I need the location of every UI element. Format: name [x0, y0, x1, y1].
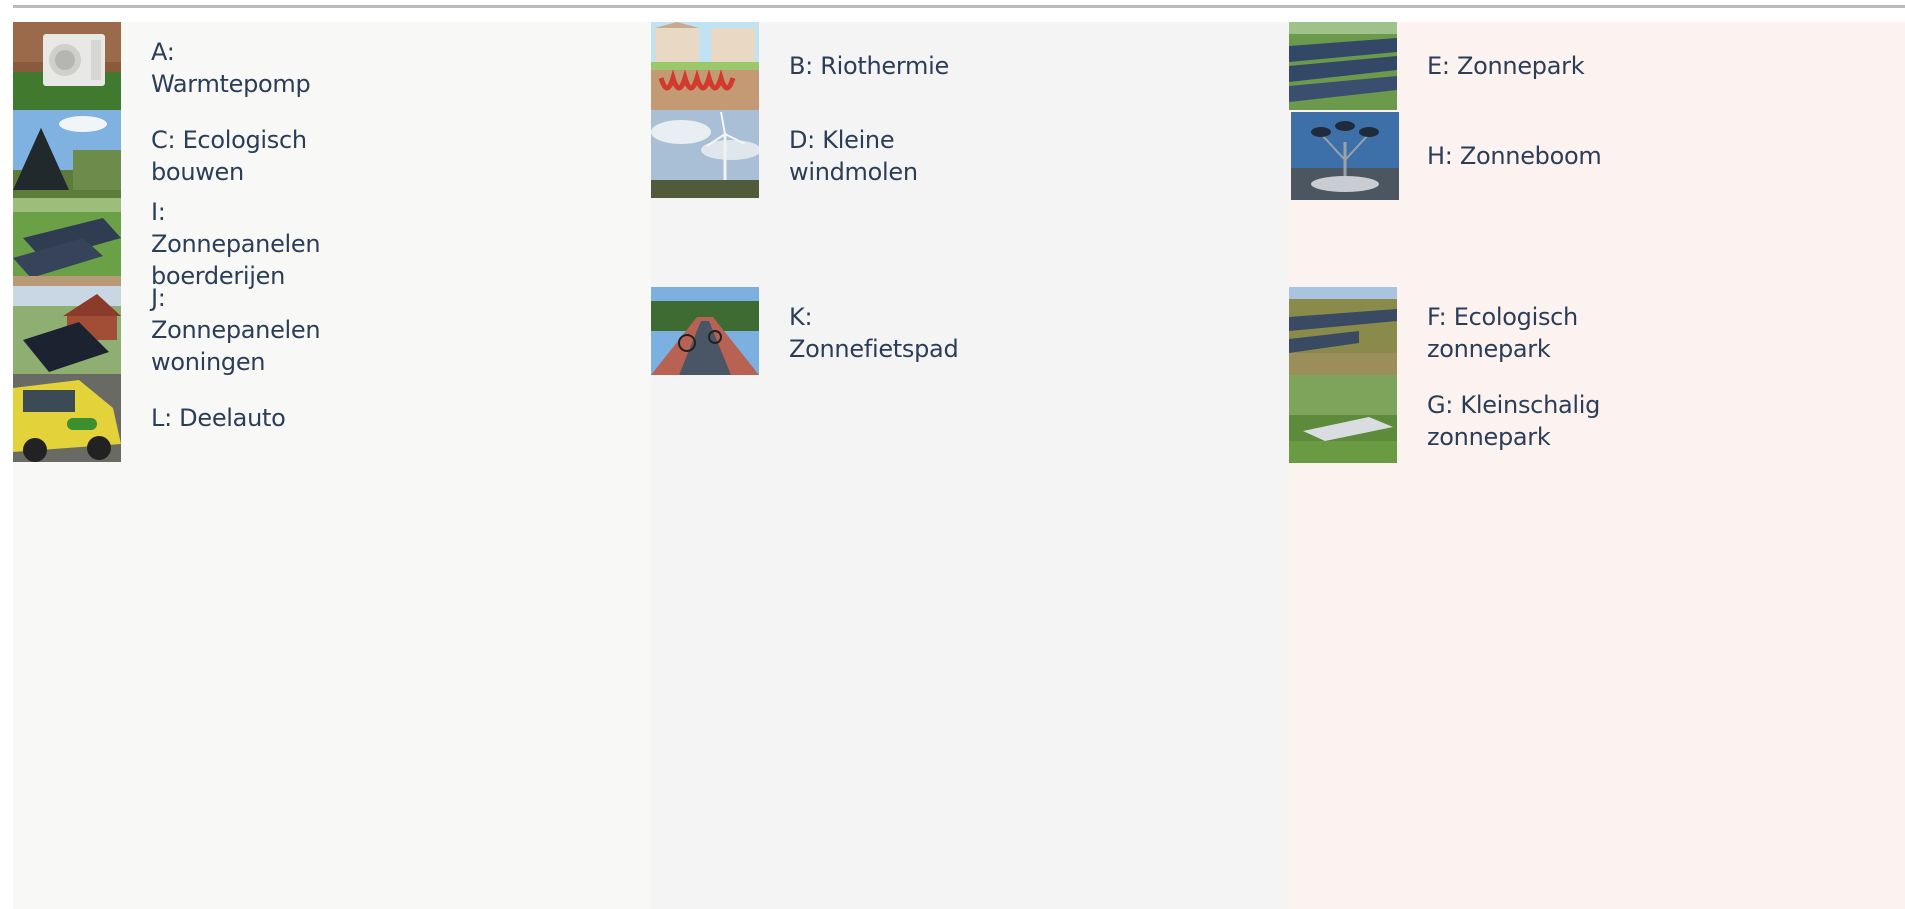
- item-label: K: Zonnefietspad: [789, 303, 959, 363]
- item-label: H: Zonneboom: [1427, 142, 1602, 170]
- item-label: L: Deelauto: [151, 404, 286, 432]
- item-label: C: Ecologisch bouwen: [151, 126, 307, 186]
- solar-park-photo-icon: [1289, 22, 1397, 110]
- column-1: A: Warmtepomp C: Ecologisch bouwen I: Zo…: [13, 22, 651, 909]
- solar-tree-photo-icon: [1291, 112, 1399, 200]
- solar-bike-path-photo-icon: [651, 287, 759, 375]
- item-label: G: Kleinschalig zonnepark: [1427, 391, 1601, 451]
- item-label: I: Zonnepanelen boerderijen: [151, 198, 321, 290]
- small-solar-park-photo-icon: [1289, 375, 1397, 463]
- farm-solar-panels-photo-icon: [13, 198, 121, 286]
- item-label: E: Zonnepark: [1427, 52, 1585, 80]
- top-divider: [13, 5, 1905, 8]
- item-label: B: Riothermie: [789, 52, 949, 80]
- heat-pump-photo-icon: [13, 22, 121, 110]
- house-solar-panels-photo-icon: [13, 286, 121, 374]
- ecological-solar-park-photo-icon: [1289, 287, 1397, 375]
- small-windmill-photo-icon: [651, 110, 759, 198]
- item-label: D: Kleine windmolen: [789, 126, 918, 186]
- shared-car-photo-icon: [13, 374, 121, 462]
- item-label: F: Ecologisch zonnepark: [1427, 303, 1578, 363]
- riothermie-illustration-icon: [651, 22, 759, 110]
- ecological-building-photo-icon: [13, 110, 121, 198]
- column-3: E: Zonnepark H: Zonneboom F: Ecologisch …: [1289, 22, 1905, 909]
- column-2: B: Riothermie D: Kleine windmolen K: Zon…: [651, 22, 1289, 909]
- item-label: A: Warmtepomp: [151, 38, 311, 98]
- item-label: J: Zonnepanelen woningen: [151, 284, 321, 376]
